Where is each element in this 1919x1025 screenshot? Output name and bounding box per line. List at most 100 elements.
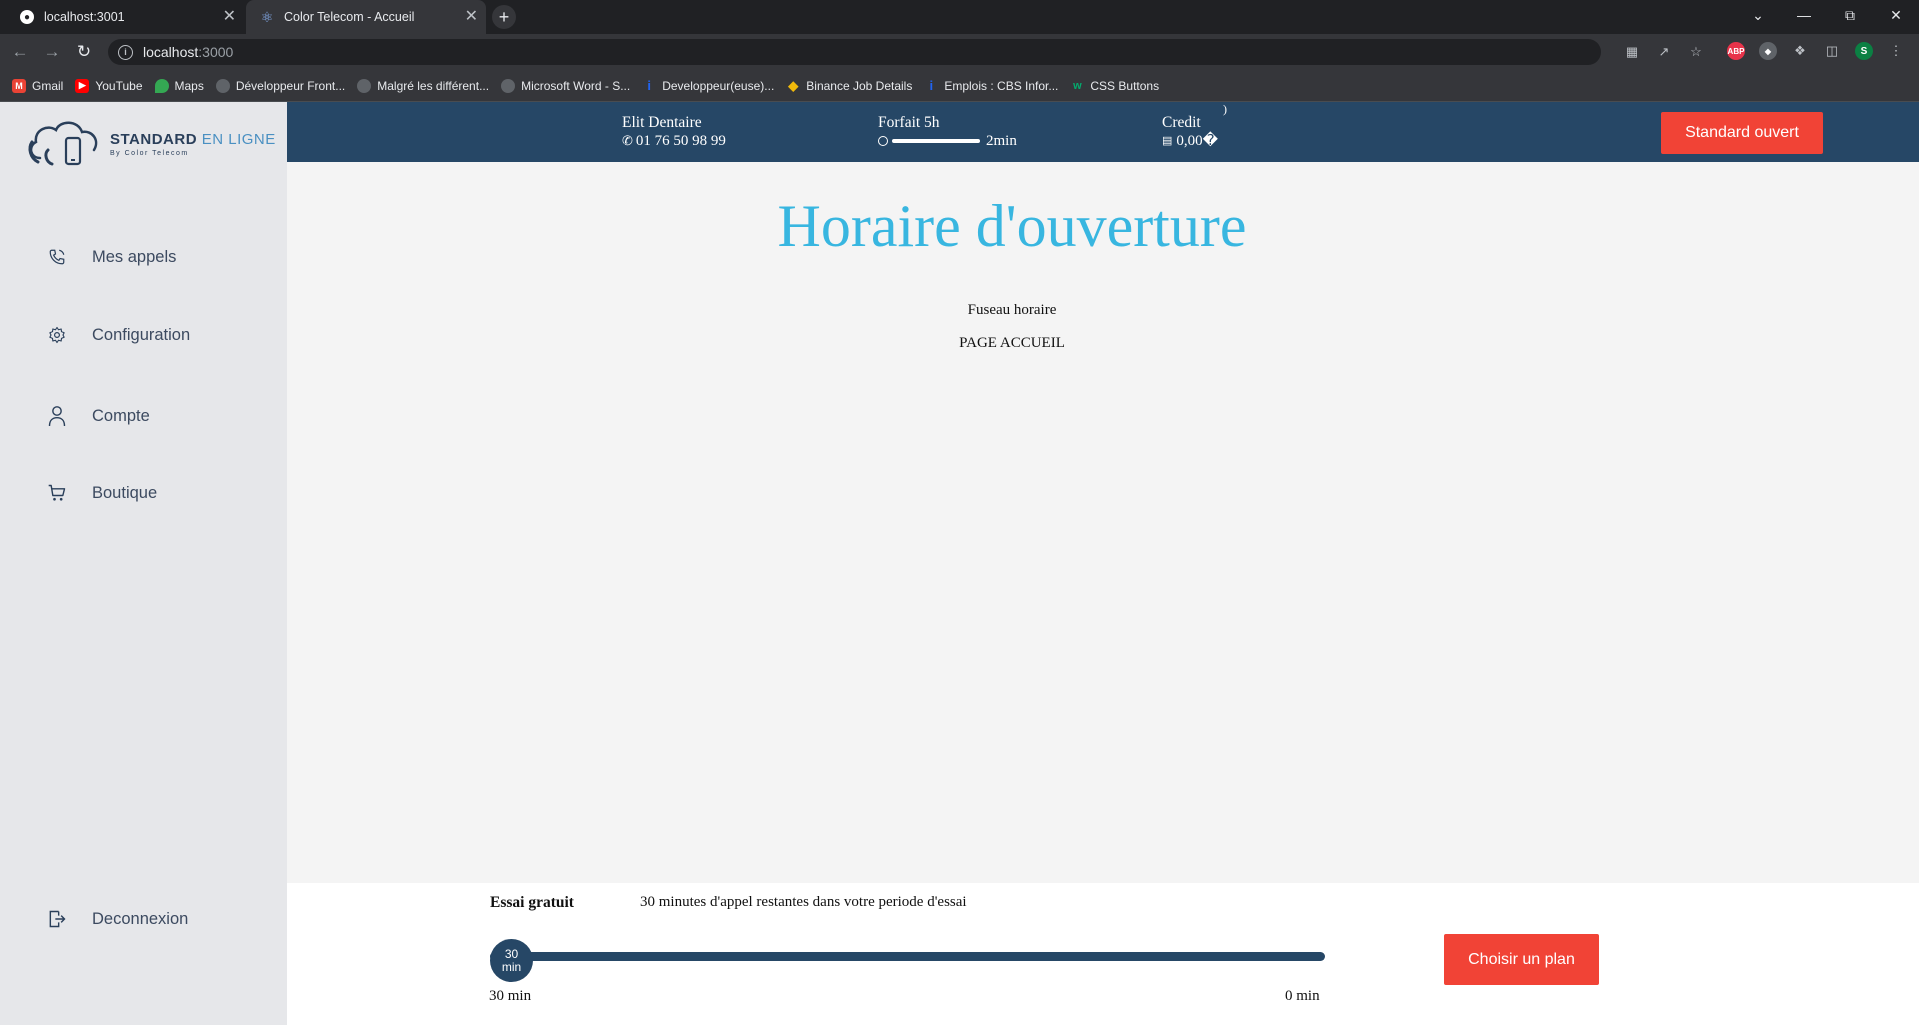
- logout-button[interactable]: Deconnexion: [46, 908, 188, 930]
- globe-icon: [501, 78, 516, 93]
- bookmark-gmail[interactable]: M Gmail: [12, 78, 64, 93]
- back-icon[interactable]: ←: [8, 40, 32, 64]
- profile-avatar[interactable]: S: [1855, 42, 1873, 60]
- side-panel-icon[interactable]: ◫: [1823, 42, 1841, 60]
- knob-unit: min: [501, 959, 522, 974]
- browser-toolbar: ← → ↻ i localhost:3000 ▦ ↗ ☆ ABP ◆ ❖ ◫ S…: [0, 34, 1919, 70]
- adblock-icon[interactable]: ABP: [1727, 42, 1745, 60]
- credit-value: 0,00�: [1176, 133, 1219, 149]
- bookmark-label: Développeur Front...: [235, 78, 346, 93]
- tab-title: localhost:3001: [44, 10, 125, 24]
- bookmark-label: CSS Buttons: [1090, 78, 1160, 93]
- bookmark-maps[interactable]: Maps: [154, 78, 204, 93]
- app-logo[interactable]: STANDARD EN LIGNE By Color Telecom: [26, 116, 276, 172]
- cloud-phone-logo-icon: [28, 121, 98, 166]
- indeed-icon: i: [929, 78, 934, 93]
- bookmark-word[interactable]: Microsoft Word - S...: [501, 78, 631, 93]
- trial-start-label: 30 min: [489, 988, 532, 1004]
- window-close-icon[interactable]: ✕: [1873, 0, 1919, 30]
- url-port: :3000: [198, 44, 234, 60]
- clock-icon: [878, 136, 888, 146]
- timezone-label: Fuseau horaire: [967, 302, 1057, 318]
- w3-icon: w: [1073, 79, 1082, 92]
- sidebar-item-label: Boutique: [92, 483, 158, 502]
- address-bar[interactable]: i localhost:3000: [108, 39, 1601, 65]
- company-phone: 01 76 50 98 99: [635, 133, 726, 149]
- bookmark-label: YouTube: [95, 78, 143, 93]
- cart-icon: [46, 482, 68, 504]
- bookmark-youtube[interactable]: ▶ YouTube: [75, 78, 143, 93]
- bookmark-malgre[interactable]: Malgré les différent...: [357, 78, 490, 93]
- bookmark-label: Malgré les différent...: [377, 78, 490, 93]
- bookmark-developpeur[interactable]: i Developpeur(euse)...: [642, 78, 775, 93]
- plan-remaining: 2min: [986, 133, 1017, 149]
- url-host: localhost: [143, 44, 199, 60]
- sidebar-item-label: Configuration: [92, 325, 191, 344]
- main-content: Horaire d'ouverture Fuseau horaire PAGE …: [287, 162, 1919, 882]
- bookmark-label: Gmail: [32, 78, 64, 93]
- tab-search-icon[interactable]: ⌄: [1735, 0, 1781, 30]
- info-icon[interactable]: i: [118, 44, 133, 60]
- standard-status-button[interactable]: Standard ouvert: [1661, 112, 1823, 154]
- coins-icon: ▤: [1162, 135, 1173, 147]
- sidebar-item-label: Compte: [92, 406, 150, 425]
- bookmark-label: Developpeur(euse)...: [662, 78, 775, 93]
- close-tab-icon[interactable]: ✕: [465, 8, 478, 26]
- sidebar-item-label: Mes appels: [92, 247, 177, 266]
- logo-brand: STANDARD EN LIGNE: [110, 131, 276, 148]
- bookmark-emplois[interactable]: i Emplois : CBS Infor...: [924, 78, 1059, 93]
- new-tab-button[interactable]: +: [492, 5, 516, 29]
- trial-panel: Essai gratuit 30 minutes d'appel restant…: [287, 883, 1919, 1025]
- logout-icon: [46, 908, 68, 930]
- browser-tab-1[interactable]: ● localhost:3001 ✕: [0, 0, 244, 34]
- credit-title: Credit: [1162, 114, 1201, 131]
- company-block: Elit Dentaire ✆ 01 76 50 98 99: [622, 114, 726, 150]
- stray-glyph: ): [1223, 102, 1227, 116]
- sidebar-item-mes-appels[interactable]: Mes appels: [46, 246, 176, 268]
- translate-icon[interactable]: ▦: [1623, 43, 1641, 61]
- shield-extension-icon[interactable]: ◆: [1759, 42, 1777, 60]
- youtube-icon: ▶: [75, 78, 90, 93]
- sidebar-item-boutique[interactable]: Boutique: [46, 482, 157, 504]
- browser-tabstrip: ● localhost:3001 ✕ ⚛ Color Telecom - Acc…: [0, 0, 1919, 34]
- bookmarks-bar: M Gmail ▶ YouTube Maps Développeur Front…: [0, 70, 1919, 102]
- credit-block: Credit ▤ 0,00�: [1162, 114, 1218, 150]
- globe-icon: [357, 78, 372, 93]
- page-title: Horaire d'ouverture: [777, 193, 1247, 259]
- minimize-icon[interactable]: —: [1781, 0, 1827, 30]
- choose-plan-button[interactable]: Choisir un plan: [1444, 934, 1599, 985]
- user-icon: [46, 405, 68, 427]
- bookmark-css-buttons[interactable]: w CSS Buttons: [1070, 79, 1159, 93]
- reload-icon[interactable]: ↻: [72, 40, 96, 64]
- kebab-menu-icon[interactable]: ⋮: [1887, 42, 1905, 60]
- bookmark-star-icon[interactable]: ☆: [1687, 43, 1705, 61]
- react-icon: ⚛: [260, 8, 274, 25]
- tab-title: Color Telecom - Accueil: [284, 10, 415, 24]
- bookmark-dev-front[interactable]: Développeur Front...: [215, 78, 346, 93]
- company-name: Elit Dentaire: [622, 114, 702, 131]
- plan-progress-bar: [892, 139, 980, 143]
- sidebar-item-compte[interactable]: Compte: [46, 405, 150, 427]
- trial-end-label: 0 min: [1285, 988, 1320, 1004]
- maps-icon: [154, 78, 169, 93]
- browser-tab-2[interactable]: ⚛ Color Telecom - Accueil ✕: [246, 0, 486, 34]
- trial-progress-knob: 30 min: [490, 939, 533, 982]
- sidebar-item-configuration[interactable]: Configuration: [46, 324, 190, 346]
- extensions-puzzle-icon[interactable]: ❖: [1791, 42, 1809, 60]
- indeed-icon: i: [647, 78, 652, 93]
- bookmark-label: Emplois : CBS Infor...: [944, 78, 1059, 93]
- sidebar: STANDARD EN LIGNE By Color Telecom Mes a…: [0, 102, 287, 1025]
- plan-title: Forfait 5h: [878, 114, 940, 131]
- forward-icon[interactable]: →: [40, 40, 64, 64]
- close-tab-icon[interactable]: ✕: [223, 8, 236, 26]
- bookmark-binance[interactable]: ◆ Binance Job Details: [786, 78, 912, 93]
- globe-icon: ●: [20, 10, 34, 24]
- logo-tagline: By Color Telecom: [110, 150, 189, 157]
- account-header: Elit Dentaire ✆ 01 76 50 98 99 Forfait 5…: [287, 102, 1919, 162]
- logout-label: Deconnexion: [92, 909, 189, 928]
- share-icon[interactable]: ↗: [1655, 43, 1673, 61]
- restore-icon[interactable]: ⧉: [1827, 0, 1873, 30]
- bookmark-label: Microsoft Word - S...: [521, 78, 631, 93]
- gmail-icon: M: [12, 78, 26, 93]
- globe-icon: [215, 78, 230, 93]
